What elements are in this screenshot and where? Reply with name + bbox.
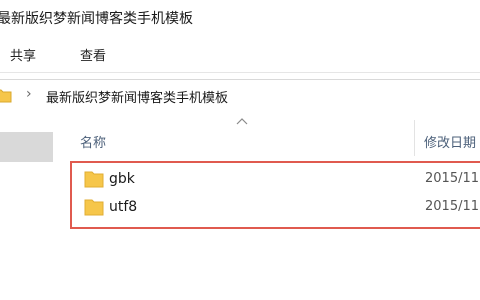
column-header-date-modified[interactable]: 修改日期 (424, 132, 476, 162)
file-row[interactable]: utf8 2015/11 (72, 194, 480, 222)
window-titlebar: 最新版织梦新闻博客类手机模板 (0, 0, 480, 36)
address-bar[interactable]: › 最新版织梦新闻博客类手机模板 (0, 79, 480, 113)
file-date-modified: 2015/11 (425, 199, 480, 214)
navigation-pane (0, 112, 61, 300)
file-name: gbk (109, 171, 135, 187)
file-date-modified: 2015/11 (425, 171, 480, 186)
tab-view[interactable]: 查看 (80, 45, 106, 64)
window-title: 最新版织梦新闻博客类手机模板 (0, 11, 193, 27)
breadcrumb-current-folder[interactable]: 最新版织梦新闻博客类手机模板 (46, 87, 228, 106)
sort-ascending-icon (236, 118, 248, 125)
folder-icon (84, 199, 104, 216)
tab-share[interactable]: 共享 (10, 45, 36, 64)
file-row[interactable]: gbk 2015/11 (72, 166, 480, 194)
column-divider[interactable] (414, 120, 415, 156)
column-header-name[interactable]: 名称 (80, 132, 106, 162)
ribbon-bar: 共享 查看 (0, 36, 480, 73)
chevron-right-icon[interactable]: › (26, 86, 32, 102)
file-name: utf8 (109, 199, 138, 215)
folder-icon (84, 171, 104, 188)
folder-icon (0, 89, 12, 103)
nav-item-selected[interactable] (0, 132, 53, 162)
file-list: 名称 修改日期 gbk 2015/11 utf8 2015/11 (60, 112, 480, 300)
